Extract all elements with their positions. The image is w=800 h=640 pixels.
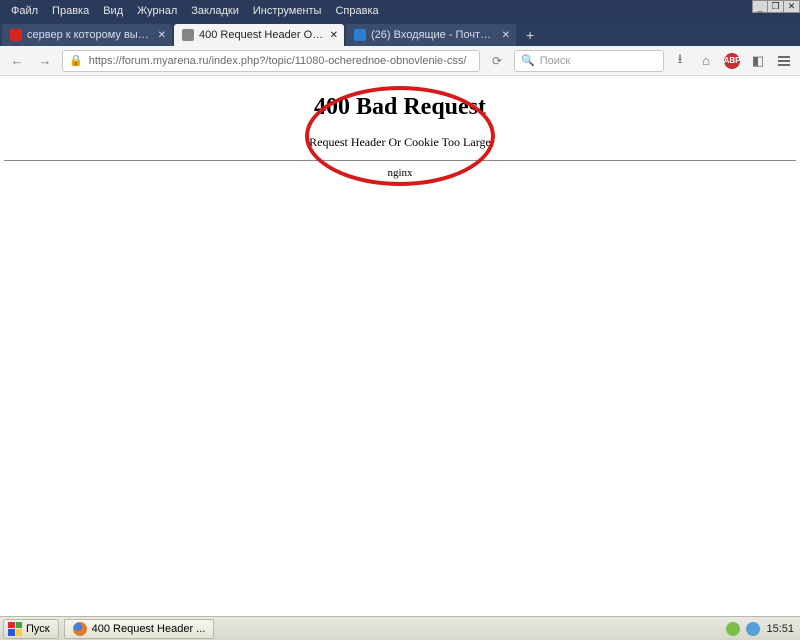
new-tab-button[interactable]: + [518,24,542,46]
error-title: 400 Bad Request [0,94,800,121]
taskbar-app-label: 400 Request Header ... [92,623,206,635]
divider [4,160,796,161]
clock[interactable]: 15:51 [766,623,794,635]
favicon-generic-icon [182,29,194,41]
back-button[interactable]: ← [6,50,28,72]
taskbar-app-firefox[interactable]: 400 Request Header ... [64,619,215,639]
tray-icon[interactable] [746,622,760,636]
start-label: Пуск [26,623,50,635]
search-box[interactable]: 🔍 Поиск [514,50,664,72]
start-button[interactable]: Пуск [3,619,59,639]
tab-close-button[interactable]: ✕ [158,30,166,41]
home-button[interactable]: ⌂ [696,51,716,71]
menu-edit[interactable]: Правка [45,5,96,17]
menu-file[interactable]: Файл [4,5,45,17]
url-bar[interactable]: 🔒 [62,50,480,72]
menu-history[interactable]: Журнал [130,5,184,17]
tray-icon[interactable] [726,622,740,636]
tab-label: 400 Request Header Or Cooki... [199,29,324,41]
menu-button[interactable] [774,51,794,71]
firefox-icon [73,622,87,636]
toolbar: ← → 🔒 ⟳ 🔍 Поиск ⭳ ⌂ ABP ◧ [0,46,800,76]
search-icon: 🔍 [521,54,535,67]
sidebar-button[interactable]: ◧ [748,51,768,71]
hamburger-icon [778,56,790,66]
tab-error-page[interactable]: 400 Request Header Or Cooki... ✕ [174,24,344,46]
window-close-button[interactable]: ✕ [784,0,800,13]
tab-mailru-inbox[interactable]: (26) Входящие - Почта Mail... ✕ [346,24,516,46]
menu-view[interactable]: Вид [96,5,130,17]
menu-bar: Файл Правка Вид Журнал Закладки Инструме… [0,0,800,22]
favicon-mailru-icon [354,29,366,41]
reload-button[interactable]: ⟳ [486,50,508,72]
tab-close-button[interactable]: ✕ [330,30,338,41]
search-placeholder: Поиск [540,55,570,67]
system-tray: 15:51 [720,622,800,636]
taskbar: Пуск 400 Request Header ... 15:51 [0,616,800,640]
tab-strip: сервер к которому вы пыта... ✕ 400 Reque… [0,22,800,46]
menu-tools[interactable]: Инструменты [246,5,329,17]
lock-icon: 🔒 [69,54,83,67]
tab-label: (26) Входящие - Почта Mail... [371,29,496,41]
menu-bookmarks[interactable]: Закладки [184,5,246,17]
menu-help[interactable]: Справка [328,5,385,17]
tab-yandex-search[interactable]: сервер к которому вы пыта... ✕ [2,24,172,46]
forward-button[interactable]: → [34,50,56,72]
tab-close-button[interactable]: ✕ [502,30,510,41]
abp-icon: ABP [724,53,740,69]
tab-label: сервер к которому вы пыта... [27,29,152,41]
error-subtitle: Request Header Or Cookie Too Large [0,135,800,150]
url-input[interactable] [89,55,473,67]
downloads-button[interactable]: ⭳ [670,51,690,71]
favicon-yandex-icon [10,29,22,41]
error-server: nginx [0,167,800,179]
window-restore-button[interactable]: ❐ [768,0,784,13]
window-minimize-button[interactable]: _ [752,0,768,13]
page-content: 400 Bad Request Request Header Or Cookie… [0,76,800,616]
windows-logo-icon [8,622,22,636]
adblock-button[interactable]: ABP [722,51,742,71]
